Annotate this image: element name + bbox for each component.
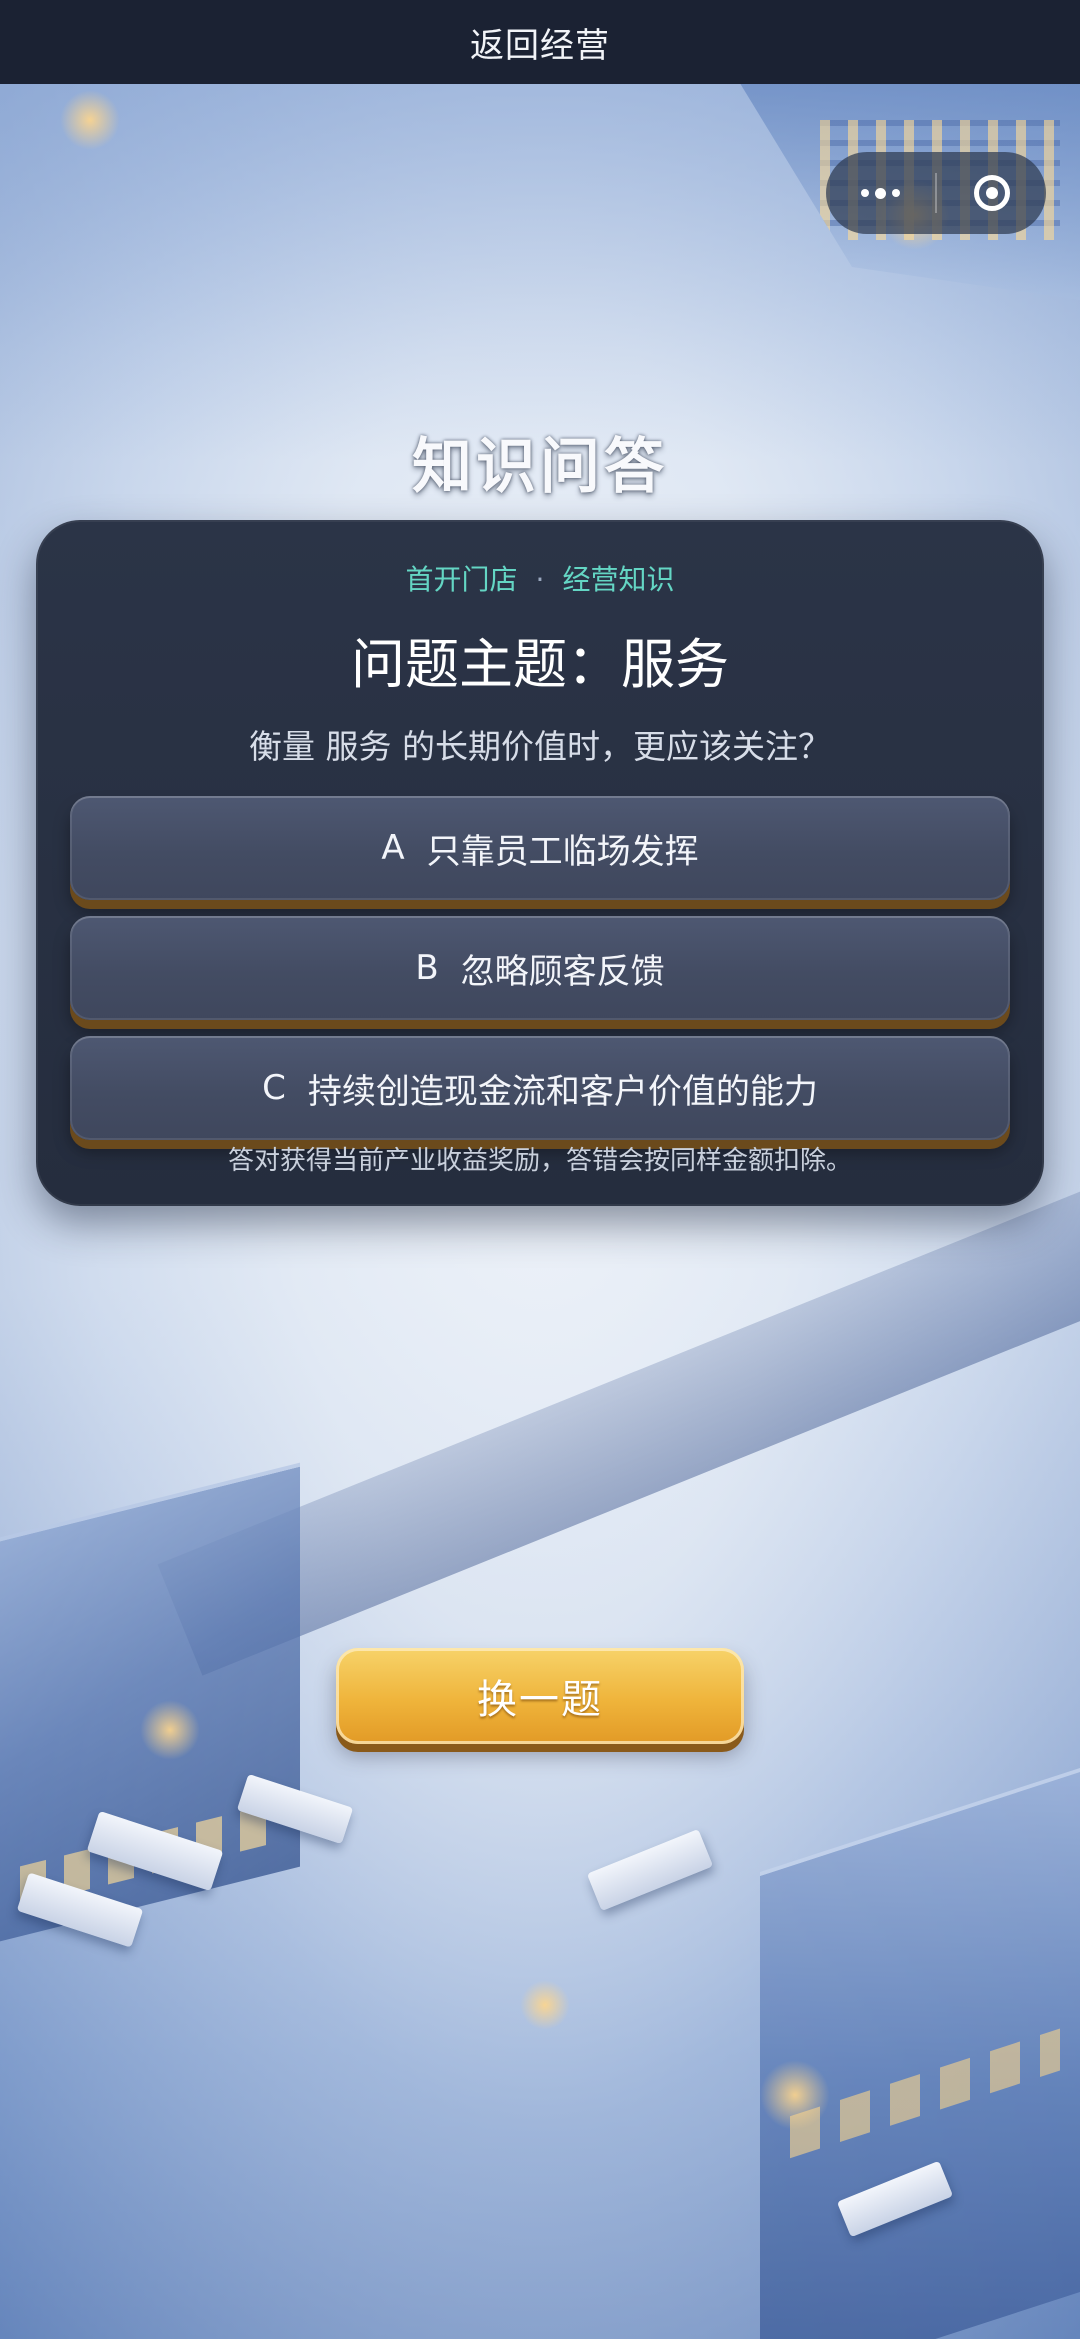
option-text: 忽略顾客反馈 xyxy=(460,951,665,992)
more-dots-icon[interactable] xyxy=(826,152,935,234)
target-circle-icon xyxy=(973,175,1010,211)
option-letter: B xyxy=(415,948,439,988)
question-topic: 问题主题：服务 xyxy=(351,633,729,696)
option-letter: A xyxy=(381,828,405,868)
quiz-card: 首开门店 · 经营知识 问题主题：服务 衡量 服务 的长期价值时，更应该关注？ A … xyxy=(36,520,1044,1206)
background-road xyxy=(157,1152,1080,1676)
background-light xyxy=(520,1980,570,2030)
background-warehouse-right xyxy=(760,1768,1080,2339)
back-to-business-link[interactable]: 返回经营 xyxy=(470,18,610,67)
option-text: 持续创造现金流和客户价值的能力 xyxy=(307,1071,818,1112)
switch-question-label: 换一题 xyxy=(477,1677,603,1723)
background-light xyxy=(60,90,120,150)
breadcrumb: 首开门店 · 经营知识 xyxy=(36,558,1044,598)
background-light xyxy=(760,2060,830,2130)
background-light xyxy=(140,1700,200,1760)
background-truck xyxy=(836,2160,954,2238)
answer-option-c[interactable]: C 持续创造现金流和客户价值的能力 xyxy=(70,1036,1010,1140)
breadcrumb-category: 经营知识 xyxy=(562,563,675,596)
option-letter: C xyxy=(262,1068,286,1108)
switch-question-button[interactable]: 换一题 xyxy=(336,1648,744,1744)
breadcrumb-store: 首开门店 xyxy=(405,563,518,596)
reward-rule-note: 答对获得当前产业收益奖励，答错会按同样金额扣除。 xyxy=(227,1146,852,1176)
background-truck xyxy=(236,1773,354,1845)
background-truck xyxy=(586,1828,714,1912)
answer-option-b[interactable]: B 忽略顾客反馈 xyxy=(70,916,1010,1020)
background-city-top xyxy=(0,80,1080,460)
close-miniprogram-button[interactable] xyxy=(937,152,1046,234)
top-nav-bar: 返回经营 xyxy=(0,0,1080,84)
miniprogram-capsule xyxy=(826,152,1046,234)
answer-option-a[interactable]: A 只靠员工临场发挥 xyxy=(70,796,1010,900)
app-root: 返回经营 知识问答 首开门店 · 经营知识 问题主题：服务 衡量 服务 的长期价值时… xyxy=(0,0,1080,2339)
background-truck xyxy=(86,1810,224,1892)
page-title: 知识问答 xyxy=(412,432,668,502)
option-text: 只靠员工临场发挥 xyxy=(426,831,699,872)
question-text: 衡量 服务 的长期价值时，更应该关注？ xyxy=(249,727,831,766)
background-truck xyxy=(16,1872,144,1948)
background-warehouse-left xyxy=(0,1462,300,1942)
breadcrumb-separator: · xyxy=(535,563,545,596)
